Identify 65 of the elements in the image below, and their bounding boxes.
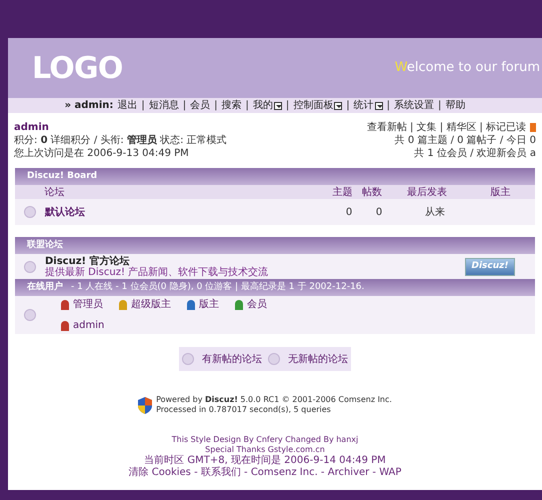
nav-link[interactable]: 统计 [354,100,383,110]
legend-label: 无新帖的论坛 [288,352,348,366]
column-header: 帖数 [361,186,384,200]
nav-user[interactable]: » admin: [64,100,114,110]
league-forum-name[interactable]: Discuz! 官方论坛 [45,256,465,266]
dropdown-icon [374,102,383,110]
nav-separator: | [214,100,218,110]
league-row[interactable]: Discuz! 官方论坛 提供最新 Discuz! 产品新闻、软件下载与技术交流 Discuz! [15,254,535,279]
nav-link[interactable]: 会员 [190,100,210,110]
forum-status-icon [24,206,36,218]
shield-icon [138,396,152,414]
timezone-text: 当前时区 GMT+8, 现在时间是 2006-9-14 04:49 PM [144,455,386,466]
league-title: 联盟论坛 [27,238,63,252]
table-cell-text: 从来 [424,206,446,220]
processed-text: Processed in 0.787017 second(s), 5 queries [156,405,332,415]
welcome-text: Welcome to our forum [394,59,540,78]
league-forum-description: 提供最新 Discuz! 产品新闻、软件下载与技术交流 [45,266,270,278]
nav-link[interactable]: 帮助 [445,100,466,110]
online-user[interactable]: admin [73,318,104,333]
legend-label: 版主 [199,298,219,312]
username[interactable]: admin [14,121,227,134]
nav-link[interactable]: 控制面板 [293,100,342,110]
table-cell-text: 0 [344,206,354,220]
column-header: 主题 [332,186,354,200]
nav-separator: | [246,100,249,110]
powered-by-text: Powered by Discuz! 5.0.0 RC1 © 2001-2006 Comsenz Inc. [156,395,392,405]
nav-separator: | [286,100,290,110]
forum-status-icon [24,260,36,272]
nav-link[interactable]: 搜索 [222,100,242,110]
rss-icon[interactable] [530,123,536,132]
footer-links[interactable]: 清除 Cookies - 联系我们 - Comsenz Inc. - Archiver - WAP [128,467,402,479]
last-visit-text: 您上次访问是在 2006-9-13 04:49 PM [14,147,190,160]
nav-link[interactable]: 我的 [252,100,282,110]
column-header: 最后发表 [406,186,448,200]
online-title: 在线用户 [27,280,63,294]
column-header: 论坛 [44,186,66,200]
nav-separator: | [438,100,442,110]
forum-status-icon [268,353,280,365]
forum-status-icon [24,309,36,321]
column-header: 版主 [490,186,512,200]
board-title: Discuz! Board [27,170,98,183]
user-points-line: 积分: 0 详细积分 / 头衔: 管理员 状态: 正常模式 [14,134,227,147]
nav-link[interactable]: 短消息 [148,100,179,110]
table-cell-text: 0 [374,206,384,220]
thanks-text: Special Thanks Gstyle.com.cn [205,445,325,454]
legend-label: 会员 [247,298,267,312]
dropdown-icon [274,102,282,110]
nav-separator: | [386,100,390,110]
post-stats: 共 0 篇主题 / 0 篇帖子 / 今日 0 [394,134,536,147]
forum-status-icon [182,353,194,365]
legend-label: 管理员 [73,298,103,312]
dropdown-icon [334,102,342,110]
quick-links[interactable]: 查看新帖 | 文集 | 精华区 | 标记已读 [366,121,526,134]
nav-separator: | [182,100,186,110]
nav-separator: | [346,100,350,110]
forum-row[interactable]: 默认论坛 0 0 从来 [15,199,535,225]
style-credit-text: This Style Design By Cnfery Changed By hanxj [172,435,358,445]
legend-label: 超级版主 [131,298,171,312]
forum-name[interactable]: 默认论坛 [45,204,335,220]
nav-link[interactable]: 退出 [117,100,138,110]
nav-link[interactable]: 系统设置 [394,100,434,110]
nav-separator: | [141,100,145,110]
member-stats: 共 1 位会员 / 欢迎新会员 a [414,147,536,160]
legend-label: 有新帖的论坛 [202,352,262,366]
online-summary: - 1 人在线 - 1 位会员(0 隐身), 0 位游客 | 最高纪录是 1 于 2002-12-16. [71,280,364,294]
